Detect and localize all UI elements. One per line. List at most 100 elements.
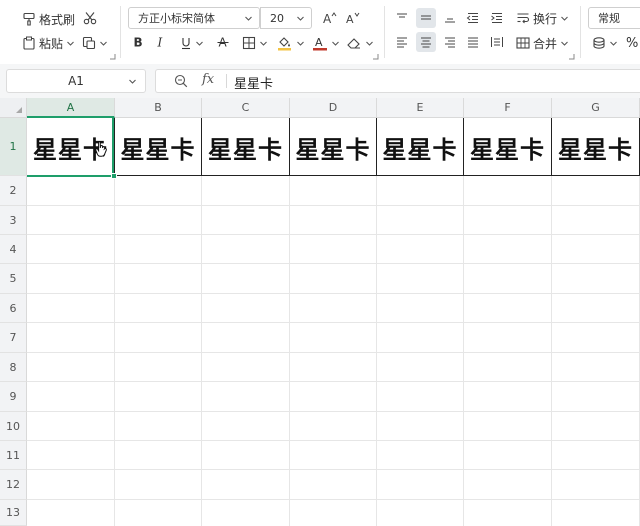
clipboard-dialog-launcher-icon[interactable] <box>109 53 116 60</box>
decrease-indent-button[interactable] <box>463 8 483 28</box>
insert-function-icon[interactable]: fx <box>202 72 214 87</box>
ribbon-separator <box>580 6 581 58</box>
spreadsheet-grid: A B C D E F G 1 2 3 4 5 6 7 8 9 10 11 12… <box>0 98 640 526</box>
column-header-f[interactable]: F <box>464 98 552 118</box>
align-middle-icon <box>421 15 431 20</box>
format-painter-button[interactable]: 格式刷 <box>22 8 75 30</box>
paste-button[interactable]: 粘贴 <box>22 32 75 54</box>
cell-c1[interactable]: 星星卡 <box>202 118 289 176</box>
fill-color-button[interactable] <box>277 32 305 54</box>
formula-separator <box>226 74 227 88</box>
row-header-11[interactable]: 11 <box>0 441 27 470</box>
percent-label: % <box>626 35 639 51</box>
cell-e1[interactable]: 星星卡 <box>377 118 463 176</box>
chevron-down-icon <box>561 16 568 21</box>
format-painter-icon <box>23 12 35 26</box>
align-center-button[interactable] <box>416 32 436 52</box>
cell-area[interactable]: 星星卡 星星卡 星星卡 星星卡 星星卡 星星卡 星星卡 <box>27 118 640 526</box>
currency-format-button[interactable] <box>592 32 618 54</box>
borders-button[interactable] <box>242 32 268 54</box>
font-dialog-launcher-icon[interactable] <box>372 53 379 60</box>
ribbon-separator <box>384 6 385 58</box>
font-name-select[interactable]: 方正小标宋简体 <box>128 7 260 29</box>
row-header-12[interactable]: 12 <box>0 470 27 500</box>
row-header-10[interactable]: 10 <box>0 412 27 441</box>
font-color-button[interactable]: A <box>312 32 340 54</box>
row-header-7[interactable]: 7 <box>0 323 27 353</box>
chevron-down-icon <box>260 41 267 46</box>
paint-bucket-icon <box>278 37 291 51</box>
align-left-button[interactable] <box>392 32 412 52</box>
cell-d1[interactable]: 星星卡 <box>290 118 376 176</box>
column-header-a[interactable]: A <box>27 98 115 118</box>
distributed-align-button[interactable] <box>487 32 507 52</box>
clear-format-button[interactable] <box>346 32 374 54</box>
decrease-font-size-button[interactable]: A <box>343 8 363 28</box>
gridline <box>27 499 640 500</box>
chevron-down-icon <box>297 41 304 46</box>
row-header-13[interactable]: 13 <box>0 500 27 526</box>
formula-content[interactable]: 星星卡 <box>234 73 273 92</box>
align-bottom-button[interactable] <box>440 8 460 28</box>
column-header-e[interactable]: E <box>377 98 464 118</box>
row-header-8[interactable]: 8 <box>0 353 27 382</box>
formula-input[interactable]: fx 星星卡 <box>155 69 640 93</box>
cell-f1[interactable]: 星星卡 <box>464 118 551 176</box>
row-header-3[interactable]: 3 <box>0 206 27 235</box>
font-size-select[interactable]: 20 <box>260 7 312 29</box>
select-all-button[interactable] <box>0 98 27 118</box>
copy-icon <box>82 36 96 50</box>
gridline <box>27 205 640 206</box>
increase-font-size-button[interactable]: A <box>320 8 340 28</box>
font-shrink-icon: A <box>346 12 360 25</box>
row-header-2[interactable]: 2 <box>0 176 27 206</box>
align-right-button[interactable] <box>440 32 460 52</box>
gridline <box>27 469 640 470</box>
gridline <box>114 176 115 526</box>
number-format-select[interactable]: 常规 <box>588 7 640 29</box>
percent-format-button[interactable]: % <box>626 32 638 54</box>
gridline <box>27 440 640 441</box>
column-header-c[interactable]: C <box>202 98 290 118</box>
italic-button[interactable]: I <box>151 32 171 52</box>
column-header-b[interactable]: B <box>115 98 202 118</box>
merge-cells-button[interactable]: 合并 <box>516 32 569 54</box>
row-header-5[interactable]: 5 <box>0 264 27 294</box>
row-header-6[interactable]: 6 <box>0 294 27 323</box>
zoom-search-icon[interactable] <box>174 74 188 88</box>
font-size-value: 20 <box>270 11 284 25</box>
row-header-4[interactable]: 4 <box>0 235 27 264</box>
cell-b1[interactable]: 星星卡 <box>115 118 201 176</box>
gridline <box>376 176 377 526</box>
ribbon-toolbar: 格式刷 粘贴 方正小标宋简体 20 A A B I A A 换行 合并 常规 % <box>0 0 640 64</box>
chevron-down-icon[interactable] <box>128 77 137 86</box>
strikethrough-button[interactable]: A <box>213 32 233 52</box>
svg-text:B: B <box>134 36 143 50</box>
align-top-button[interactable] <box>392 8 412 28</box>
align-middle-button[interactable] <box>416 8 436 28</box>
name-box[interactable]: A1 <box>6 69 146 93</box>
column-header-g[interactable]: G <box>552 98 640 118</box>
align-bottom-icon <box>445 18 455 23</box>
underline-button[interactable] <box>180 32 204 54</box>
underline-icon <box>182 38 190 50</box>
fill-handle[interactable] <box>111 173 117 179</box>
justify-button[interactable] <box>463 32 483 52</box>
gridline <box>27 411 640 412</box>
copy-button[interactable] <box>82 32 108 54</box>
align-right-icon <box>445 37 455 48</box>
row-header-1[interactable]: 1 <box>0 118 27 176</box>
wrap-text-button[interactable]: 换行 <box>516 7 569 29</box>
select-all-triangle-icon <box>16 107 22 113</box>
increase-indent-button[interactable] <box>487 8 507 28</box>
row-header-9[interactable]: 9 <box>0 382 27 412</box>
alignment-dialog-launcher-icon[interactable] <box>568 53 575 60</box>
cut-button[interactable] <box>80 8 100 28</box>
bold-button[interactable]: B <box>128 32 148 52</box>
column-header-d[interactable]: D <box>290 98 377 118</box>
merge-cells-icon <box>516 37 530 49</box>
gridline <box>289 176 290 526</box>
cell-g1[interactable]: 星星卡 <box>552 118 639 176</box>
gridline <box>27 293 640 294</box>
gridline <box>463 176 464 526</box>
